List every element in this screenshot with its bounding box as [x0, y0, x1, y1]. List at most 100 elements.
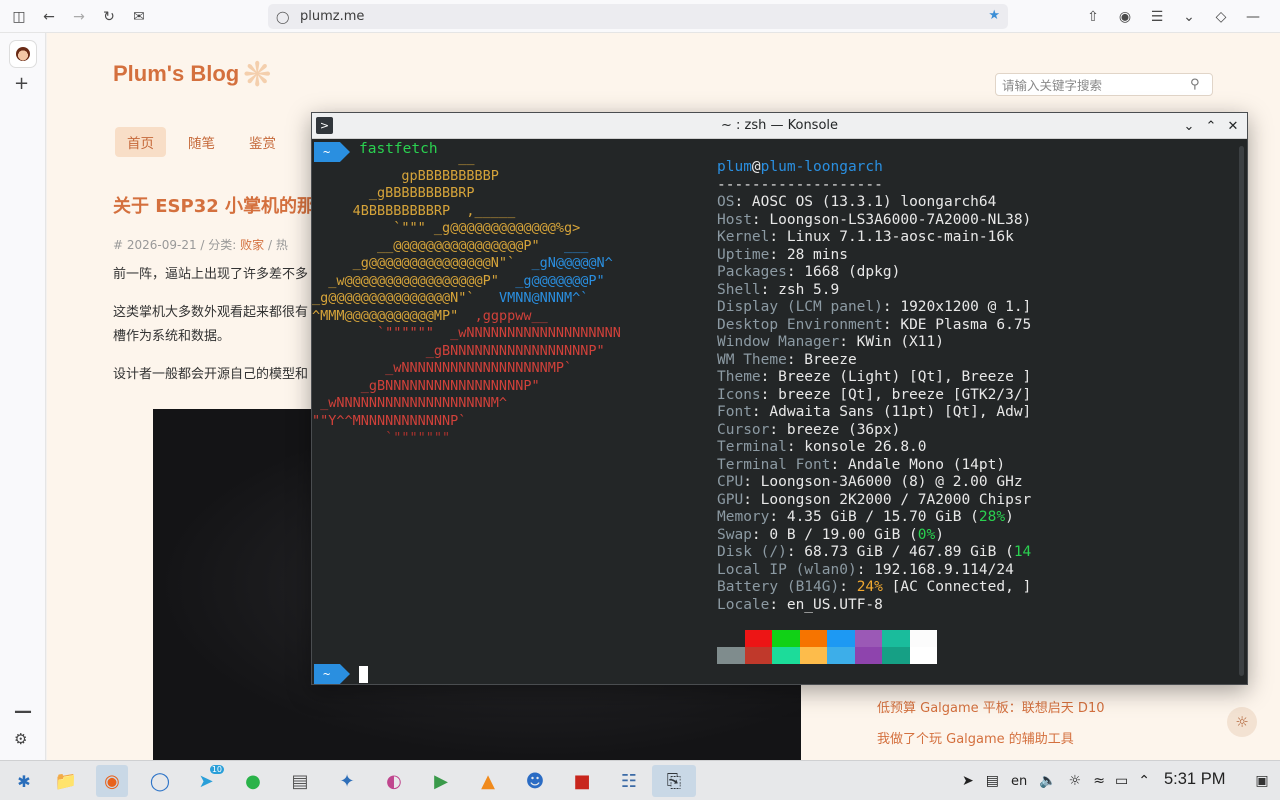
back-icon[interactable]: ← [34, 2, 64, 32]
post-meta-suffix: / 热 [264, 238, 288, 252]
send-icon[interactable]: ➤ [962, 773, 974, 789]
color-swatch [854, 647, 882, 664]
theme-toggle-icon[interactable]: ☼ [1227, 707, 1257, 737]
chromium-icon[interactable]: ◯ [144, 765, 176, 797]
info-line: Window Manager: KWin (X11) [717, 334, 1031, 352]
sidebar-toggle-icon[interactable]: ◫ [4, 2, 34, 32]
menu-icon[interactable]: ☰ [1142, 2, 1172, 32]
info-value: : breeze (36px) [769, 421, 901, 438]
text-editor-icon[interactable]: ▤ [284, 765, 316, 797]
post-title[interactable]: 关于 ESP32 小掌机的那 [113, 192, 315, 218]
search-icon[interactable]: ⚲ [1190, 77, 1212, 92]
info-value: : 4.35 GiB / 15.70 GiB ( [769, 509, 979, 525]
window-titlebar[interactable]: > ~ : zsh — Konsole ⌄ ⌃ ✕ [312, 113, 1247, 139]
filezilla-icon[interactable]: ■ [566, 765, 598, 797]
post-category[interactable]: 败家 [240, 238, 264, 252]
share-icon[interactable]: ⇧ [1078, 2, 1108, 32]
blog-title[interactable]: Plum's Blog [113, 61, 239, 87]
color-picker-icon[interactable]: ◐ [378, 765, 410, 797]
file-manager-icon[interactable]: 📁 [50, 765, 82, 797]
post-paragraph: 这类掌机大多数外观看起来都很有 [113, 305, 309, 320]
search-input[interactable]: 请输入关键字搜索 [1002, 75, 1190, 94]
toolbar-actions: ⇧ ◉ ☰ ⌄ ◇ — [1078, 2, 1268, 32]
firefox-icon[interactable]: ◉ [96, 765, 128, 797]
info-key: Terminal [717, 439, 787, 455]
post-paragraph: 设计者一般都会开源自己的模型和 [113, 367, 309, 382]
bookmark-star-icon[interactable]: ★ [988, 8, 1000, 23]
clock[interactable]: 5:31 PM [1164, 770, 1225, 789]
related-post-link[interactable]: 我做了个玩 Galgame 的辅助工具 [877, 728, 1074, 747]
shield-icon[interactable]: ◯ [276, 10, 292, 24]
wifi-icon[interactable]: ≈ [1093, 773, 1105, 789]
telegram-icon[interactable]: ➤ 10 [190, 765, 224, 797]
info-line: Display (LCM panel): 1920x1200 @ 1.] [717, 299, 1031, 317]
gear-icon[interactable]: ⚙ [14, 730, 27, 748]
media-player-icon[interactable]: ▶ [425, 765, 457, 797]
kdeconnect-icon[interactable]: ✦ [331, 765, 363, 797]
clipboard-icon[interactable]: ▤ [986, 773, 999, 789]
konsole-icon[interactable]: ⎘ [652, 765, 696, 797]
info-line: Memory: 4.35 GiB / 15.70 GiB (28%) [717, 509, 1031, 527]
qq-icon[interactable]: ☻ [519, 765, 551, 797]
battery-icon[interactable]: ▭ [1115, 773, 1128, 789]
info-value: : KDE Plasma 6.75 [882, 316, 1032, 333]
network-icon[interactable]: ☷ [613, 765, 645, 797]
forward-icon[interactable]: → [64, 2, 94, 32]
taskbar: ✱ 📁 ◉ ◯ ➤ 10 ● ▤ ✦ ◐ ▶ ▲ ☻ ■ ☷ ⎘ ➤ ▤ en 🔈… [0, 760, 1280, 800]
reload-icon[interactable]: ↻ [94, 2, 124, 32]
collapse-icon[interactable]: — [14, 701, 32, 722]
wechat-icon[interactable]: ● [237, 765, 269, 797]
add-panel-icon[interactable]: + [14, 73, 29, 94]
color-swatch [909, 630, 937, 647]
telegram-badge: 10 [209, 765, 224, 774]
info-user: plum [717, 159, 752, 175]
browser-toolbar: ◫ ← → ↻ ✉ ◯ plumz.me ★ ⇧ ◉ ☰ ⌄ ◇ — [0, 0, 1280, 33]
url-bar[interactable]: ◯ plumz.me ★ [268, 4, 1008, 29]
minimize-icon[interactable]: — [1238, 2, 1268, 32]
info-line: Battery (B14G): 24% [AC Connected, ] [717, 579, 1031, 597]
info-value: ) [935, 526, 944, 543]
info-value: : 0 B / 19.00 GiB ( [751, 526, 918, 543]
brightness-icon[interactable]: ☼ [1069, 773, 1082, 789]
nav-item-home[interactable]: 首页 [115, 127, 166, 157]
info-line: Cursor: breeze (36px) [717, 422, 1031, 440]
volume-icon[interactable]: 🔈 [1039, 773, 1056, 789]
info-value: : Loongson 2K2000 / 7A2000 Chipsr [743, 491, 1032, 508]
close-icon[interactable]: ✕ [1225, 115, 1241, 137]
info-value: : Andale Mono (14pt) [830, 456, 1006, 473]
input-language[interactable]: en [1011, 774, 1027, 789]
url-text[interactable]: plumz.me [300, 9, 364, 24]
extension-icon[interactable]: ✉ [124, 2, 154, 32]
window-title: ~ : zsh — Konsole [720, 118, 839, 133]
info-line: Local IP (wlan0): 192.168.9.114/24 [717, 562, 1031, 580]
search-box[interactable]: 请输入关键字搜索 ⚲ [995, 73, 1213, 96]
info-key: Uptime [717, 246, 770, 263]
system-tray: ➤ ▤ en 🔈 ☼ ≈ ▭ ⌃ [962, 761, 1150, 800]
maximize-icon[interactable]: ⌃ [1203, 115, 1219, 137]
extensions-icon[interactable]: ◉ [1110, 2, 1140, 32]
info-line: Uptime: 28 mins [717, 247, 1031, 265]
info-value: : konsole 26.8.0 [786, 439, 927, 455]
info-value: : breeze [Qt], breeze [GTK2/3/] [760, 386, 1032, 403]
launcher-icon[interactable]: ✱ [8, 765, 40, 797]
info-value: : Loongson-3A6000 (8) @ 2.00 GHz [743, 474, 1023, 490]
avatar[interactable] [10, 41, 36, 67]
color-swatch [882, 647, 910, 664]
info-value: [AC Connected, ] [882, 579, 1032, 595]
vlc-icon[interactable]: ▲ [472, 765, 504, 797]
pocket-icon[interactable]: ◇ [1206, 2, 1236, 32]
chevron-down-icon[interactable]: ⌄ [1181, 115, 1197, 137]
info-line: Locale: en_US.UTF-8 [717, 597, 1031, 615]
nav-item-reviews[interactable]: 鉴赏 [237, 127, 288, 157]
info-line: Kernel: Linux 7.1.13-aosc-main-16k [717, 229, 1031, 247]
prompt-badge: ~ [314, 664, 350, 684]
post-paragraph: 槽作为系统和数据。 [113, 329, 231, 344]
konsole-app-icon[interactable]: > [316, 117, 333, 134]
related-post-link[interactable]: 低预算 Galgame 平板：联想启天 D10 [877, 697, 1104, 716]
scrollbar[interactable] [1239, 146, 1244, 676]
nav-item-essays[interactable]: 随笔 [176, 127, 227, 157]
show-desktop-icon[interactable]: ▣ [1246, 765, 1278, 797]
tray-expand-icon[interactable]: ⌃ [1138, 773, 1150, 789]
chevron-down-icon[interactable]: ⌄ [1174, 2, 1204, 32]
terminal-body[interactable]: ~ fastfetch __ gpBBBBBBBBBP _gBBBBBBBBBR… [312, 140, 1247, 685]
